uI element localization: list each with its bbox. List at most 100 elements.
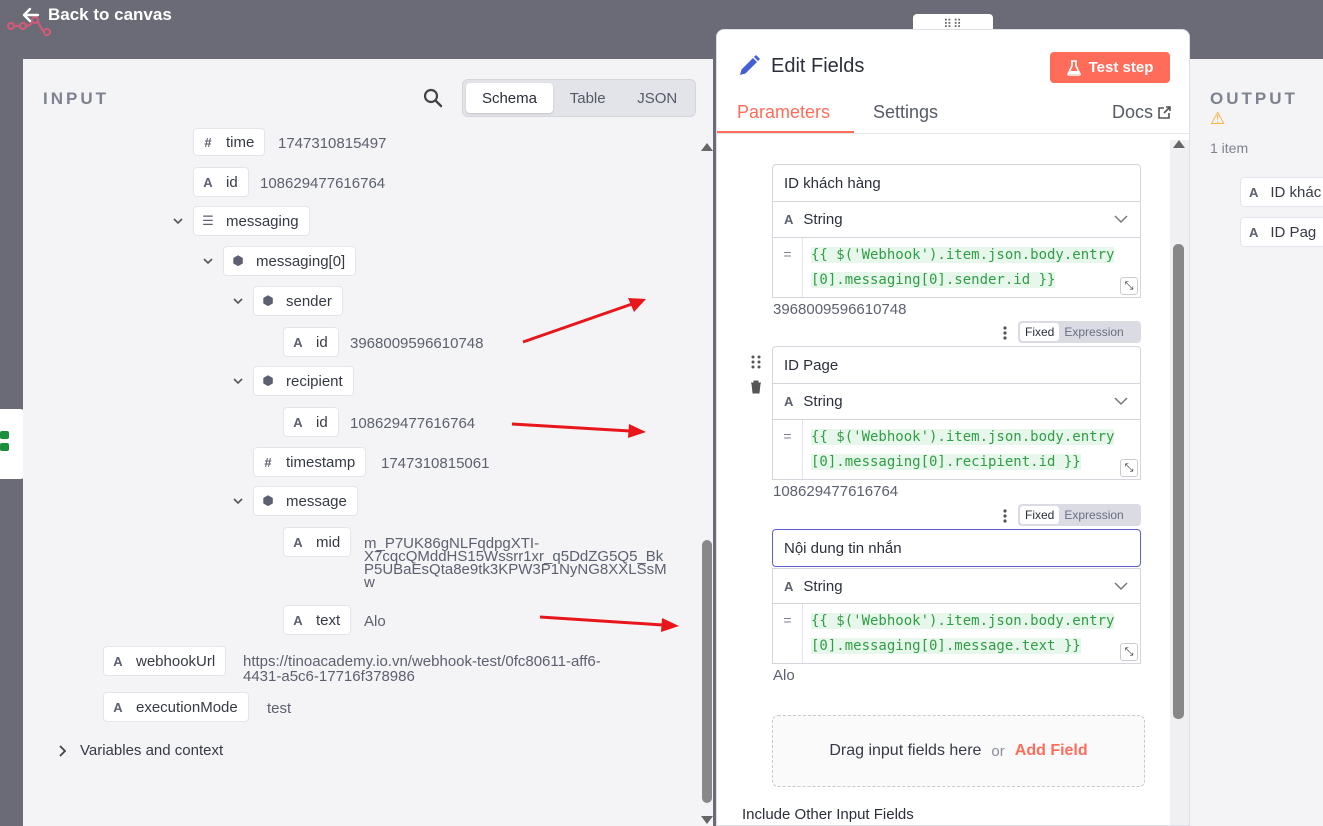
string-type-icon: A (293, 534, 303, 550)
schema-field-message[interactable]: ⬢ message (253, 486, 358, 516)
schema-field-recipient-id[interactable]: Aid (283, 407, 339, 437)
expression-code: {{ $('Webhook').item.json.body.entry [0].… (811, 613, 1115, 654)
schema-field-time[interactable]: # time (193, 128, 266, 156)
view-table-tab[interactable]: Table (553, 83, 623, 113)
field-row-tools (750, 355, 764, 399)
field-type-select[interactable]: A String (772, 202, 1141, 238)
drop-zone-text: Drag input fields here (829, 742, 982, 759)
test-step-button[interactable]: Test step (1050, 52, 1170, 83)
chevron-right-icon (59, 744, 66, 757)
schema-field-sender[interactable]: ⬢ sender (253, 286, 343, 316)
schema-value-mid-line-3: P5UBaEsQta8e9tk3KPW3P1NyNG8XXLSsM (364, 561, 667, 578)
schema-field-text[interactable]: Atext (283, 605, 352, 635)
object-type-icon: ⬢ (262, 293, 274, 308)
schema-value-sender-id: 3968009596610748 (350, 335, 484, 352)
field-expression-editor[interactable]: = {{ $('Webhook').item.json.body.entry [0… (772, 420, 1141, 480)
more-options-icon[interactable] (1003, 326, 1007, 340)
output-panel (1190, 59, 1323, 826)
arrow-left-icon (22, 7, 40, 23)
input-scrollbar-thumb[interactable] (702, 540, 712, 803)
chevron-down-icon[interactable] (233, 496, 243, 506)
schema-field-executionmode[interactable]: AexecutionMode (103, 692, 249, 722)
expression-equals-icon: = (773, 238, 803, 297)
string-type-icon: A (293, 334, 303, 350)
schema-field-messaging-0[interactable]: ⬢ messaging[0] (223, 246, 357, 276)
field-expression-editor[interactable]: = {{ $('Webhook').item.json.body.entry [0… (772, 238, 1141, 298)
schema-value-executionmode: test (267, 700, 292, 717)
field-type-select[interactable]: A String (772, 384, 1141, 420)
output-field-id-khach[interactable]: A ID khác (1240, 177, 1323, 207)
drop-fields-zone[interactable]: Drag input fields here or Add Field (772, 715, 1145, 787)
field-expression-editor[interactable]: = {{ $('Webhook').item.json.body.entry [0… (772, 604, 1141, 664)
field-result-preview: Alo (773, 667, 795, 684)
expression-code: {{ $('Webhook').item.json.body.entry [0].… (811, 247, 1115, 288)
schema-field-id[interactable]: Aid (193, 167, 249, 197)
schema-value-webhookurl-line-2: 4431-a5c6-17716f378986 (243, 668, 415, 685)
string-type-icon: A (293, 612, 303, 628)
more-options-icon[interactable] (1003, 509, 1007, 523)
drag-handle-icon[interactable] (750, 355, 762, 369)
input-scroll-down[interactable] (701, 816, 713, 824)
field-result-preview: 3968009596610748 (773, 301, 907, 318)
schema-field-timestamp[interactable]: # timestamp (253, 447, 367, 477)
string-type-icon: A (203, 174, 213, 190)
chevron-down-icon (1114, 582, 1128, 591)
edit-scroll-up[interactable] (1173, 140, 1185, 148)
view-json-tab[interactable]: JSON (622, 83, 692, 113)
string-type-icon: A (113, 653, 123, 669)
view-schema-tab[interactable]: Schema (466, 83, 553, 113)
add-field-button[interactable]: Add Field (1015, 742, 1088, 760)
number-type-icon: # (204, 134, 212, 150)
string-type-icon: A (113, 699, 123, 715)
schema-field-sender-id[interactable]: Aid (283, 327, 339, 357)
schema-field-recipient[interactable]: ⬢ recipient (253, 366, 354, 396)
tab-settings[interactable]: Settings (873, 102, 938, 123)
field-result-preview: 108629477616764 (773, 483, 899, 500)
expand-editor-icon[interactable]: ⤡ (1120, 643, 1138, 661)
mode-expression-option[interactable]: Expression (1059, 323, 1128, 341)
array-type-icon: ☰ (202, 213, 214, 228)
field-type-select[interactable]: A String (772, 568, 1141, 604)
expand-editor-icon[interactable]: ⤡ (1120, 459, 1138, 477)
number-type-icon: # (264, 454, 272, 470)
search-icon[interactable] (423, 88, 443, 108)
output-field-id-page[interactable]: A ID Pag (1240, 217, 1323, 247)
edit-fields-panel: Edit Fields Test step Parameters Setting… (716, 29, 1190, 826)
external-link-icon (1158, 106, 1171, 119)
docs-link[interactable]: Docs (1112, 102, 1171, 123)
trash-icon[interactable] (750, 380, 762, 394)
schema-field-webhookurl[interactable]: AwebhookUrl (103, 646, 227, 676)
input-scroll-up[interactable] (701, 143, 713, 151)
chevron-down-icon[interactable] (233, 296, 243, 306)
edit-scrollbar-thumb[interactable] (1173, 244, 1184, 719)
expand-editor-icon[interactable]: ⤡ (1120, 277, 1138, 295)
string-type-icon: A (293, 414, 303, 430)
object-type-icon: ⬢ (262, 493, 274, 508)
back-to-canvas-button[interactable]: Back to canvas (22, 5, 172, 25)
mode-fixed-option[interactable]: Fixed (1020, 323, 1060, 341)
expression-equals-icon: = (773, 420, 803, 479)
chevron-down-icon[interactable] (173, 216, 183, 226)
field-name-input[interactable]: ID Page (772, 346, 1141, 384)
mode-expression-option[interactable]: Expression (1059, 506, 1128, 524)
chevron-down-icon[interactable] (203, 256, 213, 266)
string-type-icon: A (1249, 224, 1259, 240)
expression-code: {{ $('Webhook').item.json.body.entry [0].… (811, 429, 1115, 470)
output-panel-title: OUTPUT ⚠ (1210, 89, 1298, 128)
schema-field-messaging[interactable]: ☰ messaging (193, 206, 310, 236)
chevron-down-icon[interactable] (233, 376, 243, 386)
variables-and-context-toggle[interactable]: Variables and context (58, 742, 223, 759)
object-type-icon: ⬢ (262, 373, 274, 388)
schema-field-mid[interactable]: Amid (283, 527, 352, 557)
tab-parameters[interactable]: Parameters (737, 102, 830, 123)
value-mode-toggle: Fixed Expression (1018, 321, 1141, 343)
schema-value-text: Alo (364, 613, 386, 630)
warning-icon: ⚠ (1210, 109, 1229, 128)
expression-equals-icon: = (773, 604, 803, 663)
field-name-input[interactable]: Nội dung tin nhắn (772, 529, 1141, 567)
field-name-input[interactable]: ID khách hàng (772, 164, 1141, 202)
mode-fixed-option[interactable]: Fixed (1020, 506, 1060, 524)
flask-icon (1066, 59, 1081, 76)
drop-zone-or: or (991, 742, 1005, 760)
schema-value-time: 1747310815497 (278, 135, 387, 152)
